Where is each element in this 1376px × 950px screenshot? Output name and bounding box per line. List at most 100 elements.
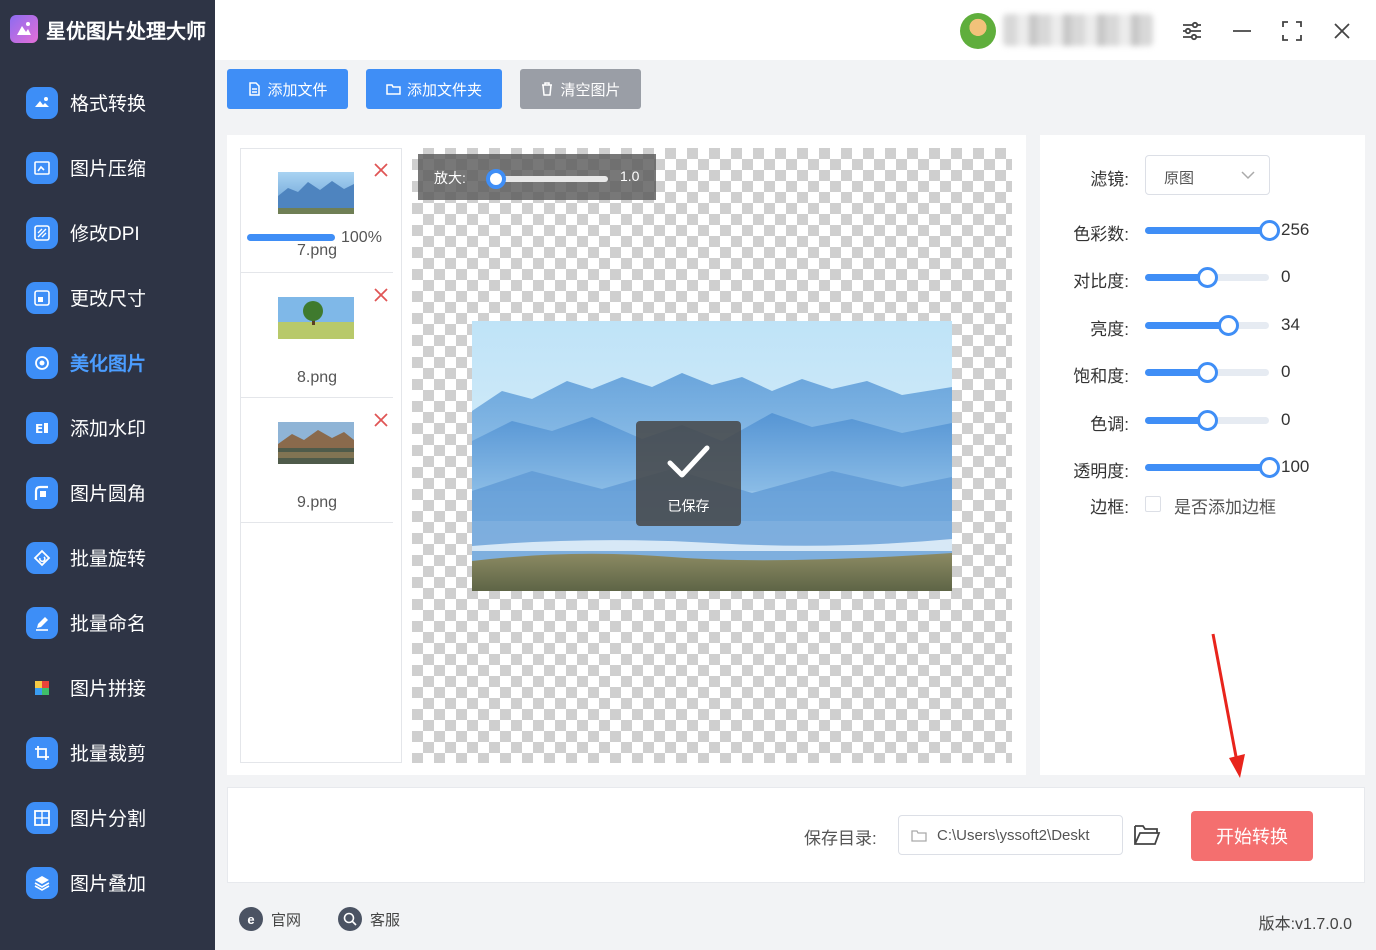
slider-thumb[interactable] <box>1218 315 1240 336</box>
sidebar-item[interactable]: 格式转换 <box>0 70 215 135</box>
clear-images-button[interactable]: 清空图片 <box>520 69 641 109</box>
layers-icon <box>26 866 58 899</box>
sidebar-item[interactable]: 批量裁剪 <box>0 720 215 785</box>
website-link[interactable]: e 官网 <box>239 907 301 931</box>
add-folder-label: 添加文件夹 <box>406 81 482 99</box>
file-name: 9.png <box>296 494 338 511</box>
file-name: 7.png <box>296 242 338 259</box>
file-thumbnail <box>278 297 354 339</box>
file-item[interactable]: 8.png <box>241 274 393 398</box>
settings-panel: 滤镜: 原图 色彩数: 256 对比度: 0 亮度: 34 饱和度: 0 色调: 0 透明度: 100… <box>1040 135 1365 775</box>
slider-track[interactable] <box>1145 457 1280 478</box>
filter-select[interactable]: 原图 <box>1145 155 1270 195</box>
settings-sliders-icon[interactable] <box>1177 16 1207 46</box>
sidebar-item[interactable]: 图片拼接 <box>0 655 215 720</box>
sidebar-item-label: 图片压缩 <box>70 159 147 180</box>
zoom-slider-track[interactable] <box>488 176 608 182</box>
sidebar: 星优图片处理大师 格式转换 图片压缩 修改DPI 更改尺寸 美化图片 E 添加水印 图片圆角批… <box>0 0 215 950</box>
split-icon <box>26 801 58 834</box>
border-checkbox-label[interactable]: 是否添加边框 <box>1174 493 1276 518</box>
slider-row: 亮度: 34 <box>1040 305 1365 345</box>
sidebar-item[interactable]: 美化图片 <box>0 330 215 395</box>
sidebar-item[interactable]: 更改尺寸 <box>0 265 215 330</box>
sidebar-item[interactable]: E 添加水印 <box>0 395 215 460</box>
file-item[interactable]: 100% 7.png <box>241 149 393 273</box>
image-compress-icon <box>26 151 58 184</box>
sidebar-item[interactable]: 图片圆角 <box>0 460 215 525</box>
close-icon[interactable] <box>1327 16 1357 46</box>
slider-label: 饱和度: <box>1073 367 1129 386</box>
slider-thumb[interactable] <box>1197 267 1218 288</box>
slider-value: 256 <box>1281 220 1310 239</box>
delete-file-icon[interactable] <box>372 411 390 429</box>
footer: e 官网 客服 版本:v1.7.0.0 <box>215 890 1376 950</box>
start-convert-button[interactable]: 开始转换 <box>1191 811 1313 861</box>
slider-track[interactable] <box>1145 410 1269 431</box>
save-dir-input[interactable]: C:\Users\yssoft2\Deskt <box>898 815 1123 855</box>
maximize-icon[interactable] <box>1277 16 1307 46</box>
sidebar-item-label: 美化图片 <box>70 354 147 375</box>
sidebar-item[interactable]: 图片叠加 <box>0 850 215 915</box>
sidebar-item-label: 格式转换 <box>70 94 147 115</box>
sidebar-item-label: 图片叠加 <box>70 874 147 895</box>
resize-icon <box>26 281 58 314</box>
sidebar-item[interactable]: 修改DPI <box>0 200 215 265</box>
border-checkbox[interactable] <box>1145 496 1161 512</box>
slider-value: 0 <box>1281 267 1291 286</box>
slider-label: 对比度: <box>1073 272 1129 291</box>
slider-track[interactable] <box>1145 220 1280 241</box>
sidebar-item-label: 图片圆角 <box>70 484 147 505</box>
slider-label: 色彩数: <box>1073 225 1129 244</box>
minimize-icon[interactable] <box>1227 16 1257 46</box>
file-name: 8.png <box>296 369 338 386</box>
support-label: 客服 <box>370 911 401 929</box>
slider-thumb[interactable] <box>1259 457 1280 478</box>
save-dir-label: 保存目录: <box>804 829 877 848</box>
puzzle-icon <box>26 672 58 704</box>
arrow-annotation-icon <box>1211 633 1245 778</box>
file-thumbnail <box>278 422 354 464</box>
slider-thumb[interactable] <box>1259 220 1280 241</box>
sidebar-item-label: 批量命名 <box>70 614 147 635</box>
zoom-control: 放大: 1.0 <box>418 154 656 200</box>
support-link[interactable]: 客服 <box>338 907 400 931</box>
slider-value: 0 <box>1281 362 1291 381</box>
checkmark-icon <box>667 445 710 478</box>
add-file-label: 添加文件 <box>267 81 328 99</box>
slider-track[interactable] <box>1145 315 1269 336</box>
sidebar-item-label: 图片拼接 <box>70 679 147 700</box>
avatar[interactable] <box>960 13 996 49</box>
watermark-icon: E <box>26 411 58 444</box>
slider-thumb[interactable] <box>1197 410 1218 431</box>
slider-row: 饱和度: 0 <box>1040 352 1365 392</box>
username-blurred[interactable] <box>1003 14 1153 46</box>
app-logo-icon <box>10 15 38 43</box>
sidebar-item-label: 批量裁剪 <box>70 744 147 765</box>
slider-value: 34 <box>1281 315 1300 334</box>
file-item[interactable]: 9.png <box>241 399 393 523</box>
border-label: 边框: <box>1090 498 1129 517</box>
image-preview: 放大: 1.0 已保存 <box>412 148 1012 763</box>
chevron-down-icon <box>1241 171 1255 180</box>
slider-label: 色调: <box>1090 415 1129 434</box>
support-chat-icon <box>338 907 362 931</box>
zoom-label: 放大: <box>434 170 466 186</box>
title-bar <box>215 0 1376 60</box>
rotate-icon <box>26 541 58 574</box>
delete-file-icon[interactable] <box>372 161 390 179</box>
add-folder-button[interactable]: 添加文件夹 <box>366 69 502 109</box>
sidebar-item[interactable]: 图片压缩 <box>0 135 215 200</box>
zoom-slider-thumb[interactable] <box>486 169 506 189</box>
browse-folder-icon[interactable] <box>1133 822 1161 848</box>
rename-icon <box>26 606 58 639</box>
add-file-button[interactable]: 添加文件 <box>227 69 348 109</box>
folder-icon <box>911 830 927 842</box>
sidebar-item[interactable]: 批量命名 <box>0 590 215 655</box>
crop-icon <box>26 736 58 769</box>
sidebar-item[interactable]: 批量旋转 <box>0 525 215 590</box>
sidebar-item[interactable]: 图片分割 <box>0 785 215 850</box>
slider-thumb[interactable] <box>1197 362 1218 383</box>
slider-track[interactable] <box>1145 267 1269 288</box>
delete-file-icon[interactable] <box>372 286 390 304</box>
slider-track[interactable] <box>1145 362 1269 383</box>
